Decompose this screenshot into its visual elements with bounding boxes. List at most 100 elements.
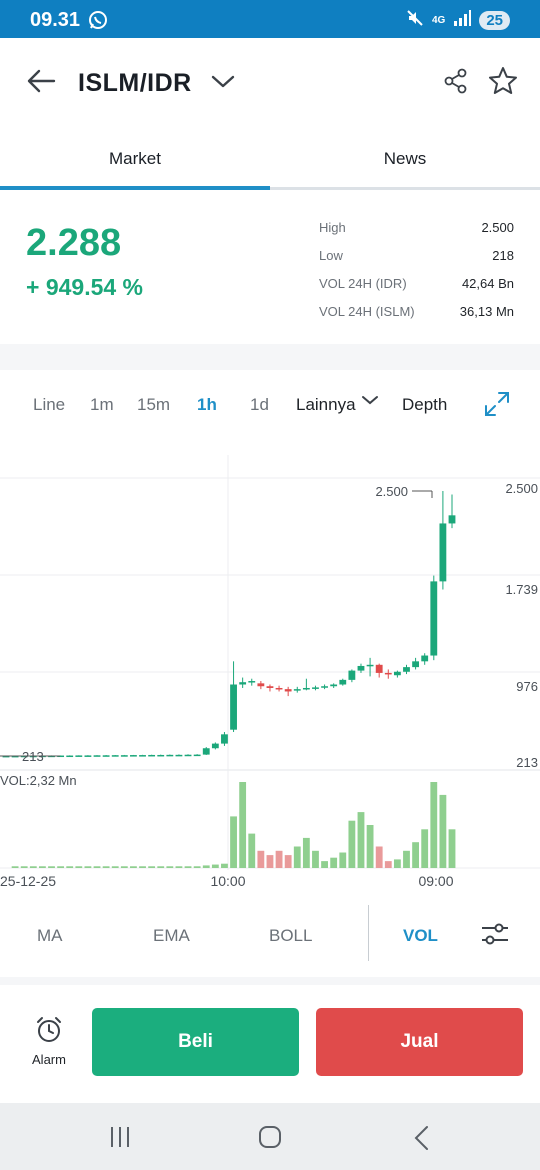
candle-body <box>111 755 119 757</box>
candle-body <box>357 665 365 671</box>
chevron-down-icon[interactable] <box>210 74 236 95</box>
indicator-divider <box>368 905 369 961</box>
candle-body <box>175 754 183 757</box>
timeframe-more[interactable]: Lainnya <box>296 395 356 415</box>
candle-body <box>421 655 429 662</box>
volume-bar <box>330 857 338 868</box>
pair-title[interactable]: ISLM/IDR <box>78 69 192 98</box>
timeframe-1m[interactable]: 1m <box>90 395 114 415</box>
volume-bar <box>193 866 201 868</box>
volume-bar <box>248 833 256 868</box>
star-icon[interactable] <box>487 65 519 102</box>
volume-bar <box>148 866 156 868</box>
volume-bar <box>348 820 356 868</box>
candle-body <box>193 754 201 757</box>
sell-button[interactable]: Jual <box>316 1008 523 1076</box>
tab-divider <box>270 187 540 190</box>
volume-label: VOL:2,32 Mn <box>0 773 77 788</box>
candle-body <box>166 754 174 757</box>
timeframe-1h[interactable]: 1h <box>197 395 217 415</box>
stat-label: Low <box>319 248 343 263</box>
volume-bar <box>321 861 328 868</box>
volume-bar <box>393 859 401 868</box>
volume-bar <box>284 855 292 868</box>
y-tick-label: 976 <box>516 679 538 694</box>
volume-bar <box>421 829 429 868</box>
candle-body <box>375 664 383 673</box>
candle-body <box>84 755 92 757</box>
candle-body <box>75 755 83 757</box>
volume-bar <box>157 866 165 868</box>
volume-bar <box>211 864 219 868</box>
timeframe-15m[interactable]: 15m <box>137 395 170 415</box>
buy-button[interactable]: Beli <box>92 1008 299 1076</box>
volume-bar <box>111 866 119 868</box>
stat-value: 36,13 Mn <box>459 304 514 319</box>
indicator-boll[interactable]: BOLL <box>269 926 312 946</box>
back-icon[interactable] <box>412 1125 432 1156</box>
volume-bar <box>139 866 146 868</box>
volume-bar <box>312 850 319 868</box>
section-divider <box>0 344 540 370</box>
stat-value: 42,64 Bn <box>461 276 514 291</box>
volume-bar <box>166 866 174 868</box>
price-chart[interactable]: 2.500 213 2.500 1.739 976 213 VOL:2,32 M… <box>0 450 540 890</box>
volume-bar <box>339 852 347 868</box>
stat-label: High <box>319 220 346 235</box>
candle-body <box>430 581 438 656</box>
x-tick-label: 10:00 <box>210 873 245 889</box>
y-tick-label: 1.739 <box>505 582 538 597</box>
candle-body <box>312 687 319 689</box>
x-tick-label: 09:00 <box>418 873 453 889</box>
volume-bar <box>29 866 37 868</box>
settings-sliders-icon[interactable] <box>480 919 510 954</box>
stat-vol-islm: VOL 24H (ISLM) 36,13 Mn <box>319 304 514 319</box>
candle-body <box>130 755 137 757</box>
recent-apps-icon[interactable] <box>108 1125 132 1154</box>
candle-body <box>139 755 146 757</box>
back-arrow-icon[interactable] <box>26 68 56 99</box>
price-change: + 949.54 % <box>26 274 144 300</box>
candle-body <box>384 672 392 675</box>
volume-bar <box>120 866 128 868</box>
volume-bar <box>366 825 374 868</box>
fullscreen-icon[interactable] <box>483 390 511 423</box>
volume-bar <box>266 855 274 868</box>
volume-bar <box>375 846 383 868</box>
indicator-ema[interactable]: EMA <box>153 926 190 946</box>
indicator-vol[interactable]: VOL <box>403 926 438 946</box>
home-icon[interactable] <box>258 1125 282 1154</box>
depth-tab[interactable]: Depth <box>402 395 447 415</box>
volume-bar <box>48 866 55 868</box>
volume-bar <box>57 866 65 868</box>
tab-news[interactable]: News <box>270 128 540 190</box>
volume-bar <box>102 866 110 868</box>
candle-body <box>120 755 128 757</box>
volume-bar <box>257 850 265 868</box>
low-price-label: 213 <box>22 749 44 764</box>
volume-bar <box>221 863 228 868</box>
share-icon[interactable] <box>443 68 469 99</box>
header: ISLM/IDR <box>0 38 540 128</box>
volume-bar <box>230 816 237 868</box>
candle-body <box>339 679 347 685</box>
timeframe-line[interactable]: Line <box>33 395 65 415</box>
alarm-button[interactable]: Alarm <box>22 1016 76 1067</box>
volume-bar <box>430 782 438 868</box>
volume-bar <box>302 837 310 868</box>
whatsapp-icon <box>88 10 108 35</box>
tab-active-indicator <box>0 186 270 190</box>
stat-vol-idr: VOL 24H (IDR) 42,64 Bn <box>319 276 514 291</box>
timeframe-1d[interactable]: 1d <box>250 395 269 415</box>
volume-bar <box>75 866 83 868</box>
volume-bar <box>412 842 420 868</box>
indicator-ma[interactable]: MA <box>37 926 63 946</box>
candle-body <box>403 667 410 672</box>
tab-market[interactable]: Market <box>0 128 270 190</box>
volume-bar <box>384 861 392 868</box>
y-tick-label: 213 <box>516 755 538 770</box>
chevron-down-icon[interactable] <box>361 392 379 412</box>
volume-bar <box>130 866 137 868</box>
candle-body <box>102 755 110 757</box>
system-nav-bar <box>0 1103 540 1170</box>
